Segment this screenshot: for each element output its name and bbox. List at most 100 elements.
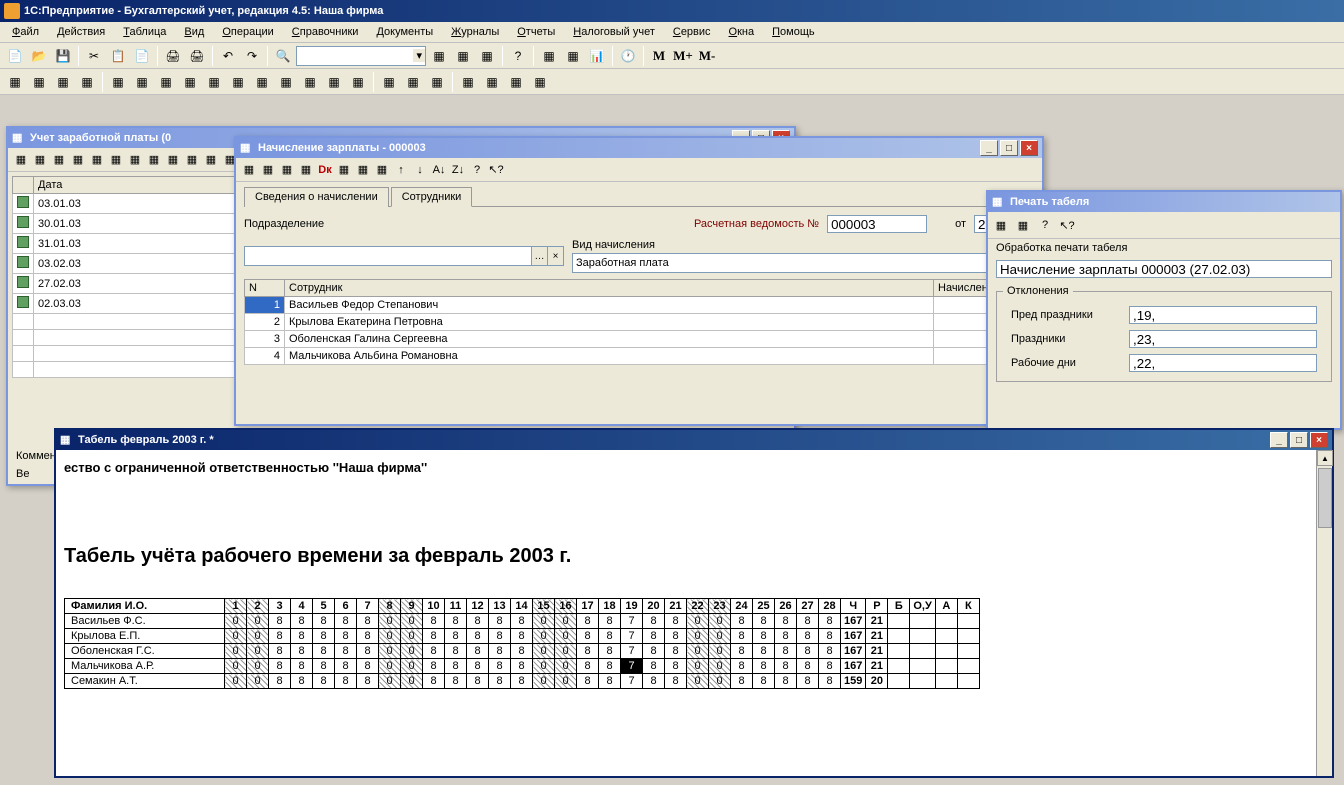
scroll-up-icon[interactable]: ▲: [1317, 450, 1333, 466]
tool-icon[interactable]: ▦: [164, 151, 182, 169]
save-icon[interactable]: 💾: [52, 45, 74, 67]
employees-grid[interactable]: N Сотрудник Начислено 1Васильев Федор Ст…: [244, 279, 1034, 365]
menu-service[interactable]: Сервис: [665, 24, 719, 40]
menu-journals[interactable]: Журналы: [443, 24, 507, 40]
tool-icon[interactable]: ▦: [69, 151, 87, 169]
subdiv-input[interactable]: … ×: [244, 246, 564, 266]
tbar2-icon[interactable]: ▦: [457, 71, 479, 93]
maximize-button[interactable]: □: [1290, 432, 1308, 448]
tool-icon[interactable]: ▦: [354, 161, 372, 179]
dk-icon[interactable]: Dк: [316, 161, 334, 179]
clear-button[interactable]: ×: [547, 247, 563, 265]
tool-icon[interactable]: ▦: [88, 151, 106, 169]
tool-icon[interactable]: ▦: [373, 161, 391, 179]
tab-info[interactable]: Сведения о начислении: [244, 187, 389, 207]
report-window[interactable]: ▦ Табель февраль 2003 г. * _ □ × ество с…: [54, 428, 1334, 778]
lookup-button[interactable]: …: [531, 247, 547, 265]
tbar2-icon[interactable]: ▦: [505, 71, 527, 93]
maximize-button[interactable]: □: [1000, 140, 1018, 156]
paste-icon[interactable]: 📄: [131, 45, 153, 67]
col-n[interactable]: N: [245, 280, 285, 297]
tbar2-icon[interactable]: ▦: [323, 71, 345, 93]
tool-icon[interactable]: ▦: [452, 45, 474, 67]
pointer-help-icon[interactable]: ↖?: [1058, 216, 1076, 234]
doc-no-input[interactable]: [827, 215, 927, 233]
down-arrow-icon[interactable]: ↓: [411, 161, 429, 179]
col-emp[interactable]: Сотрудник: [285, 280, 934, 297]
tbar2-icon[interactable]: ▦: [426, 71, 448, 93]
table-row[interactable]: 1Васильев Федор Степанович8,000: [245, 297, 1034, 314]
tbar2-icon[interactable]: ▦: [131, 71, 153, 93]
tbar2-icon[interactable]: ▦: [299, 71, 321, 93]
tool-icon[interactable]: ▦: [259, 161, 277, 179]
tbar2-icon[interactable]: ▦: [179, 71, 201, 93]
menu-help[interactable]: Помощь: [764, 24, 823, 40]
help-icon[interactable]: ?: [1036, 216, 1054, 234]
menu-tax[interactable]: Налоговый учет: [565, 24, 663, 40]
sort-za-icon[interactable]: Z↓: [449, 161, 467, 179]
menu-refs[interactable]: Справочники: [284, 24, 367, 40]
find-icon[interactable]: 🔍: [272, 45, 294, 67]
pre-holidays-input[interactable]: [1129, 306, 1317, 324]
tool-icon[interactable]: ▦: [107, 151, 125, 169]
cut-icon[interactable]: ✂: [83, 45, 105, 67]
redo-icon[interactable]: ↷: [241, 45, 263, 67]
print-icon[interactable]: 🖨: [162, 45, 184, 67]
tool-icon[interactable]: ▦: [476, 45, 498, 67]
tool-icon[interactable]: ▦: [992, 216, 1010, 234]
tbar2-icon[interactable]: ▦: [203, 71, 225, 93]
print-titlebar[interactable]: ▦ Печать табеля: [988, 192, 1340, 212]
tbar2-icon[interactable]: ▦: [378, 71, 400, 93]
table-row[interactable]: 2Крылова Екатерина Петровна3,500: [245, 314, 1034, 331]
tbar2-icon[interactable]: ▦: [347, 71, 369, 93]
tbar2-icon[interactable]: ▦: [4, 71, 26, 93]
table-row[interactable]: Семакин А.Т.0088888008888800887880088888…: [65, 674, 980, 689]
help-icon[interactable]: ?: [507, 45, 529, 67]
chart-icon[interactable]: 📊: [586, 45, 608, 67]
copy-icon[interactable]: 📋: [107, 45, 129, 67]
close-button[interactable]: ×: [1310, 432, 1328, 448]
tool-icon[interactable]: ▦: [1014, 216, 1032, 234]
tool-icon[interactable]: ▦: [183, 151, 201, 169]
tbar2-icon[interactable]: ▦: [107, 71, 129, 93]
tbar2-icon[interactable]: ▦: [28, 71, 50, 93]
tool-icon[interactable]: ▦: [428, 45, 450, 67]
close-button[interactable]: ×: [1020, 140, 1038, 156]
tool-icon[interactable]: ▦: [145, 151, 163, 169]
menu-file[interactable]: Файл: [4, 24, 47, 40]
tool-icon[interactable]: ▦: [335, 161, 353, 179]
tbar2-icon[interactable]: ▦: [251, 71, 273, 93]
menu-view[interactable]: Вид: [176, 24, 212, 40]
scroll-thumb[interactable]: [1318, 468, 1332, 528]
tab-employees[interactable]: Сотрудники: [391, 187, 473, 207]
up-arrow-icon[interactable]: ↑: [392, 161, 410, 179]
table-row[interactable]: Оболенская Г.С.0088888008888800887880088…: [65, 644, 980, 659]
vertical-scrollbar[interactable]: ▲: [1316, 450, 1332, 776]
accrual-window[interactable]: ▦ Начисление зарплаты - 000003 _ □ × ▦ ▦…: [234, 136, 1044, 426]
tbar2-icon[interactable]: ▦: [529, 71, 551, 93]
type-input[interactable]: [572, 253, 1034, 273]
calendar-icon[interactable]: ▦: [562, 45, 584, 67]
report-titlebar[interactable]: ▦ Табель февраль 2003 г. * _ □ ×: [56, 430, 1332, 450]
m-minus-button[interactable]: М-: [696, 45, 718, 67]
tbar2-icon[interactable]: ▦: [481, 71, 503, 93]
accrual-titlebar[interactable]: ▦ Начисление зарплаты - 000003 _ □ ×: [236, 138, 1042, 158]
menu-windows[interactable]: Окна: [721, 24, 763, 40]
table-row[interactable]: Васильев Ф.С.008888800888880088788008888…: [65, 614, 980, 629]
print-preview-icon[interactable]: 🖨: [186, 45, 208, 67]
tool-icon[interactable]: ▦: [202, 151, 220, 169]
doc-ref-input[interactable]: [996, 260, 1332, 278]
menu-table[interactable]: Таблица: [115, 24, 174, 40]
search-combo[interactable]: [296, 46, 426, 66]
menu-operations[interactable]: Операции: [214, 24, 281, 40]
minimize-button[interactable]: _: [1270, 432, 1288, 448]
m-button[interactable]: М: [648, 45, 670, 67]
menu-reports[interactable]: Отчеты: [509, 24, 563, 40]
tool-icon[interactable]: ▦: [297, 161, 315, 179]
workdays-input[interactable]: [1129, 354, 1317, 372]
table-row[interactable]: 4Мальчикова Альбина Романовна4,500: [245, 348, 1034, 365]
sort-az-icon[interactable]: A↓: [430, 161, 448, 179]
tool-icon[interactable]: ▦: [126, 151, 144, 169]
menu-docs[interactable]: Документы: [368, 24, 441, 40]
tool-icon[interactable]: ▦: [12, 151, 30, 169]
